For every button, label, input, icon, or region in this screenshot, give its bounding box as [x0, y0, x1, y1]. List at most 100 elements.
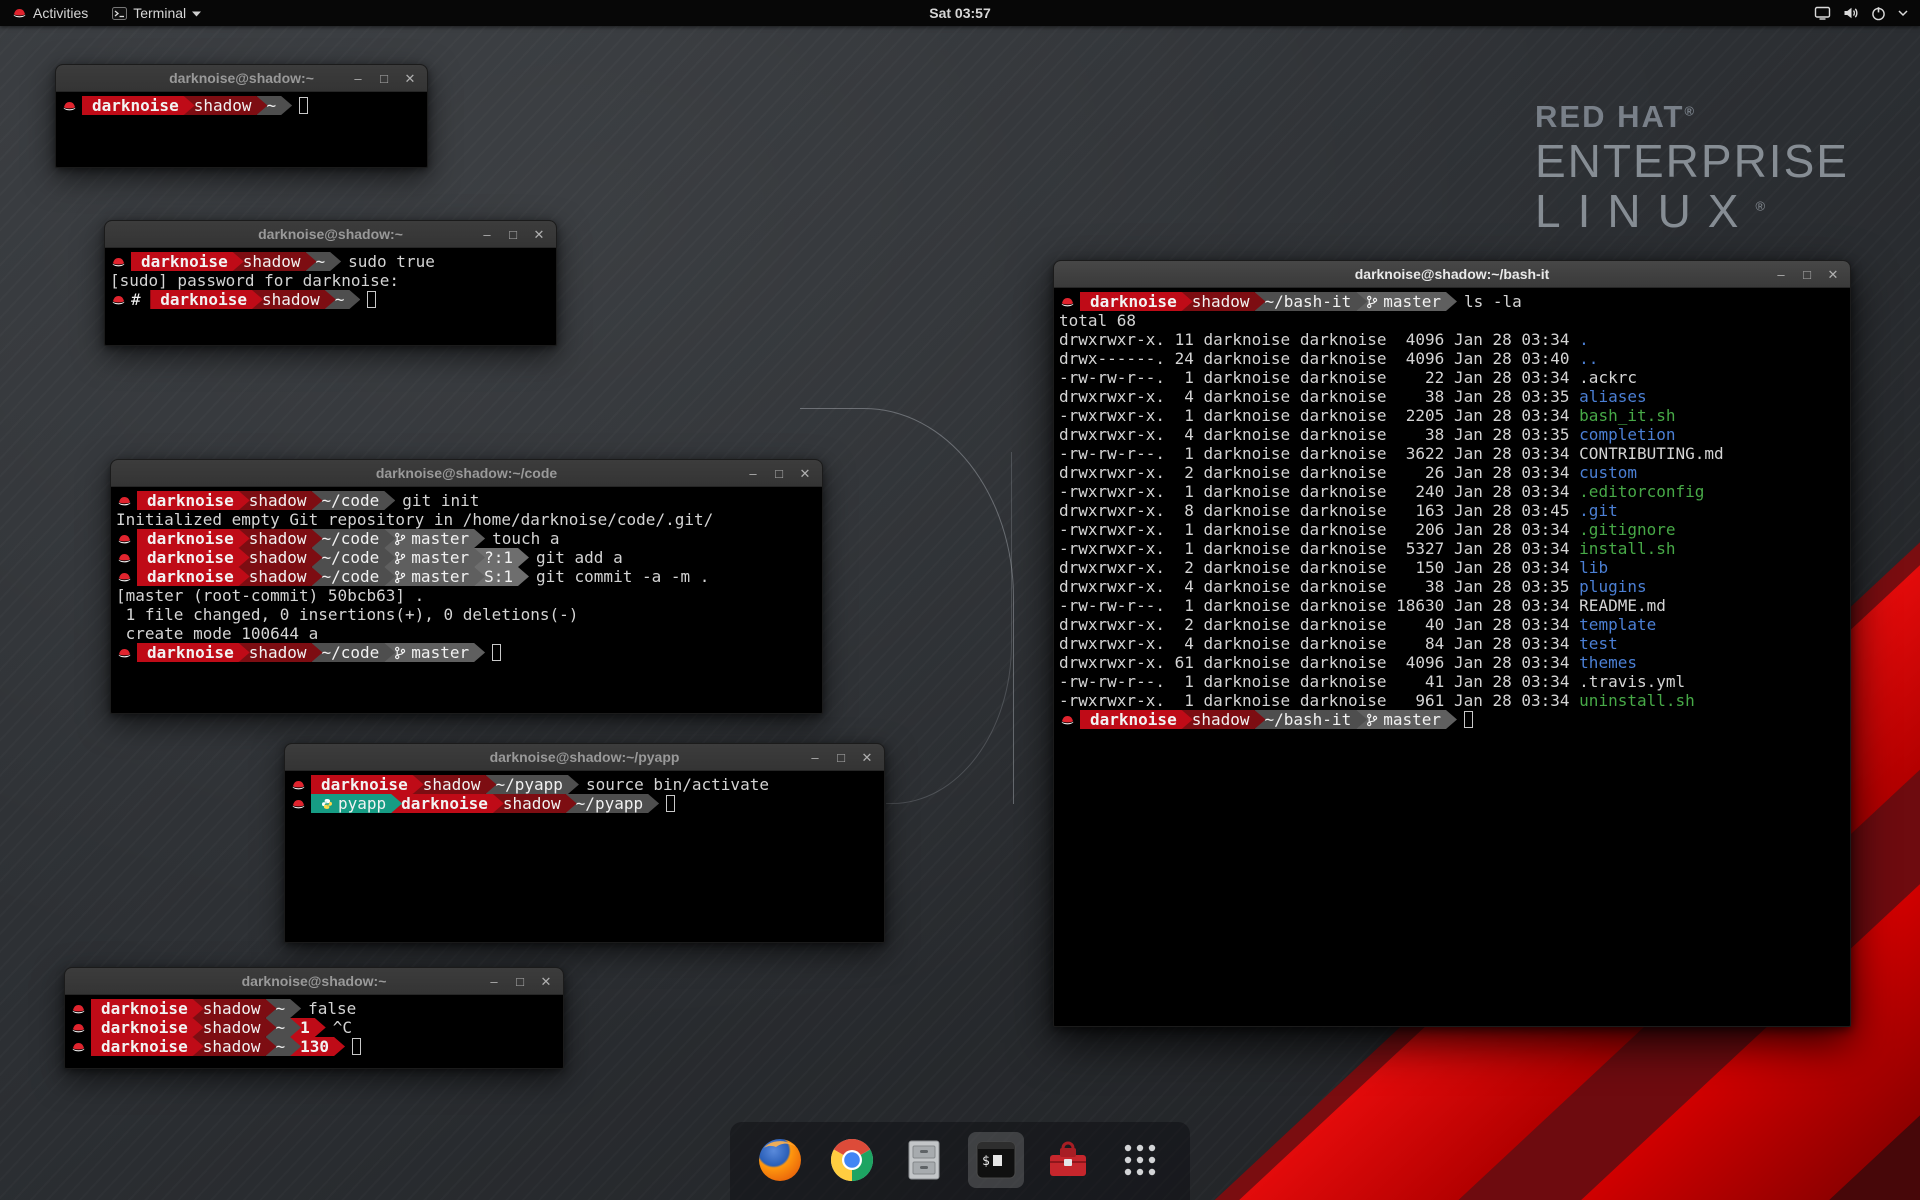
- close-button[interactable]: ✕: [532, 228, 546, 242]
- redhat-icon: [117, 570, 132, 584]
- chevron-down-icon: [192, 10, 201, 17]
- minimize-button[interactable]: –: [746, 467, 760, 481]
- files-icon[interactable]: [896, 1132, 952, 1188]
- volume-icon[interactable]: [1843, 6, 1859, 20]
- prompt-segment: darknoise: [1080, 710, 1193, 729]
- file-name: .git: [1579, 501, 1618, 520]
- activities-button[interactable]: Activities: [0, 0, 100, 26]
- minimize-button[interactable]: –: [808, 751, 822, 765]
- prompt-segment: darknoise: [137, 491, 250, 510]
- titlebar[interactable]: darknoise@shadow:~/bash-it–□✕: [1054, 261, 1850, 288]
- terminal-window-3[interactable]: darknoise@shadow:~/code–□✕darknoiseshado…: [110, 459, 823, 714]
- close-button[interactable]: ✕: [403, 72, 417, 86]
- file-name: aliases: [1579, 387, 1646, 406]
- file-name: themes: [1579, 653, 1637, 672]
- maximize-button[interactable]: □: [506, 228, 520, 242]
- branch-icon: [394, 551, 406, 565]
- terminal-line: drwxrwxr-x. 61 darknoise darknoise 4096 …: [1059, 653, 1850, 672]
- close-button[interactable]: ✕: [860, 751, 874, 765]
- terminal-cursor: [352, 1038, 361, 1055]
- terminal-content[interactable]: darknoiseshadow~/pyappsource bin/activat…: [285, 771, 884, 942]
- desktop[interactable]: darknoise@shadow:~–□✕darknoiseshadow~dar…: [0, 0, 1920, 1200]
- titlebar[interactable]: darknoise@shadow:~–□✕: [105, 221, 556, 248]
- command-text: false: [308, 999, 356, 1018]
- terminal-content[interactable]: darknoiseshadow~/bash-itmasterls -latota…: [1054, 288, 1850, 1026]
- prompt-segment: darknoise: [137, 643, 250, 662]
- display-icon[interactable]: [1814, 6, 1831, 20]
- maximize-button[interactable]: □: [513, 975, 527, 989]
- terminal-content[interactable]: darknoiseshadow~sudo true[sudo] password…: [105, 248, 556, 345]
- listing-text: README.md: [1579, 596, 1666, 615]
- redhat-icon: [291, 797, 306, 811]
- top-bar: Activities Terminal Sat 03:57: [0, 0, 1920, 26]
- close-button[interactable]: ✕: [798, 467, 812, 481]
- app-grid-icon[interactable]: [1112, 1132, 1168, 1188]
- clock-label[interactable]: Sat 03:57: [929, 5, 990, 21]
- terminal-window-6[interactable]: darknoise@shadow:~/bash-it–□✕darknoisesh…: [1053, 260, 1851, 1027]
- terminal-content[interactable]: darknoiseshadow~/codegit initInitialized…: [111, 487, 822, 713]
- power-icon[interactable]: [1871, 6, 1886, 21]
- titlebar[interactable]: darknoise@shadow:~–□✕: [65, 968, 563, 995]
- firefox-icon[interactable]: [752, 1132, 808, 1188]
- close-button[interactable]: ✕: [539, 975, 553, 989]
- maximize-button[interactable]: □: [772, 467, 786, 481]
- chrome-icon[interactable]: [824, 1132, 880, 1188]
- prompt-segment: shadow: [413, 775, 497, 794]
- toolbox-icon[interactable]: [1040, 1132, 1096, 1188]
- app-menu-label: Terminal: [133, 5, 186, 21]
- terminal-line: darknoiseshadow~/pyappsource bin/activat…: [290, 775, 884, 794]
- prompt-segment: master: [1356, 710, 1457, 729]
- terminal-line: darknoiseshadow~1^C: [70, 1018, 563, 1037]
- terminal-window-4[interactable]: darknoise@shadow:~/pyapp–□✕darknoiseshad…: [284, 743, 885, 943]
- maximize-button[interactable]: □: [377, 72, 391, 86]
- terminal-line: pyappdarknoiseshadow~/pyapp: [290, 794, 884, 813]
- terminal-line: -rwxrwxr-x. 1 darknoise darknoise 206 Ja…: [1059, 520, 1850, 539]
- maximize-button[interactable]: □: [1800, 268, 1814, 282]
- minimize-button[interactable]: –: [480, 228, 494, 242]
- close-button[interactable]: ✕: [1826, 268, 1840, 282]
- maximize-button[interactable]: □: [834, 751, 848, 765]
- terminal-line: drwxrwxr-x. 2 darknoise darknoise 26 Jan…: [1059, 463, 1850, 482]
- listing-text: -rw-rw-r--. 1 darknoise darknoise 41 Jan…: [1059, 672, 1579, 691]
- prompt-segment: darknoise: [137, 548, 250, 567]
- prompt-segment: darknoise: [137, 567, 250, 586]
- titlebar[interactable]: darknoise@shadow:~/code–□✕: [111, 460, 822, 487]
- minimize-button[interactable]: –: [487, 975, 501, 989]
- command-text: source bin/activate: [586, 775, 769, 794]
- listing-text: -rwxrwxr-x. 1 darknoise darknoise 5327 J…: [1059, 539, 1579, 558]
- chevron-down-icon[interactable]: [1898, 9, 1908, 17]
- redhat-icon: [62, 99, 77, 113]
- terminal-icon[interactable]: $: [968, 1132, 1024, 1188]
- listing-text: drwxrwxr-x. 8 darknoise darknoise 163 Ja…: [1059, 501, 1579, 520]
- prompt-segment: ~/bash-it: [1255, 292, 1368, 311]
- branch-icon: [394, 646, 406, 660]
- terminal-cursor: [299, 97, 308, 114]
- terminal-line: darknoiseshadow~sudo true: [110, 252, 556, 271]
- terminal-window-1[interactable]: darknoise@shadow:~–□✕darknoiseshadow~: [55, 64, 428, 168]
- redhat-icon: [71, 1040, 86, 1054]
- terminal-content[interactable]: darknoiseshadow~falsedarknoiseshadow~1^C…: [65, 995, 563, 1068]
- prompt-segment: darknoise: [1080, 292, 1193, 311]
- terminal-line: drwx------. 24 darknoise darknoise 4096 …: [1059, 349, 1850, 368]
- terminal-cursor: [666, 795, 675, 812]
- file-name: .editorconfig: [1579, 482, 1704, 501]
- system-status-area[interactable]: [1802, 0, 1920, 26]
- clock: Sat 03:57: [0, 5, 1920, 21]
- prompt-segment: ~/pyapp: [486, 775, 579, 794]
- terminal-line: drwxrwxr-x. 4 darknoise darknoise 84 Jan…: [1059, 634, 1850, 653]
- titlebar[interactable]: darknoise@shadow:~/pyapp–□✕: [285, 744, 884, 771]
- app-menu-terminal[interactable]: Terminal: [100, 0, 213, 26]
- prompt-segment: ~/code: [312, 567, 396, 586]
- prompt-segment: darknoise: [82, 96, 195, 115]
- terminal-window-5[interactable]: darknoise@shadow:~–□✕darknoiseshadow~fal…: [64, 967, 564, 1069]
- terminal-cursor: [1464, 711, 1473, 728]
- titlebar[interactable]: darknoise@shadow:~–□✕: [56, 65, 427, 92]
- minimize-button[interactable]: –: [351, 72, 365, 86]
- command-text: git add a: [536, 548, 623, 567]
- minimize-button[interactable]: –: [1774, 268, 1788, 282]
- prompt-segment: shadow: [239, 491, 323, 510]
- terminal-content[interactable]: darknoiseshadow~: [56, 92, 427, 167]
- terminal-window-2[interactable]: darknoise@shadow:~–□✕darknoiseshadow~sud…: [104, 220, 557, 346]
- terminal-line: Initialized empty Git repository in /hom…: [116, 510, 822, 529]
- redhat-icon: [12, 6, 27, 20]
